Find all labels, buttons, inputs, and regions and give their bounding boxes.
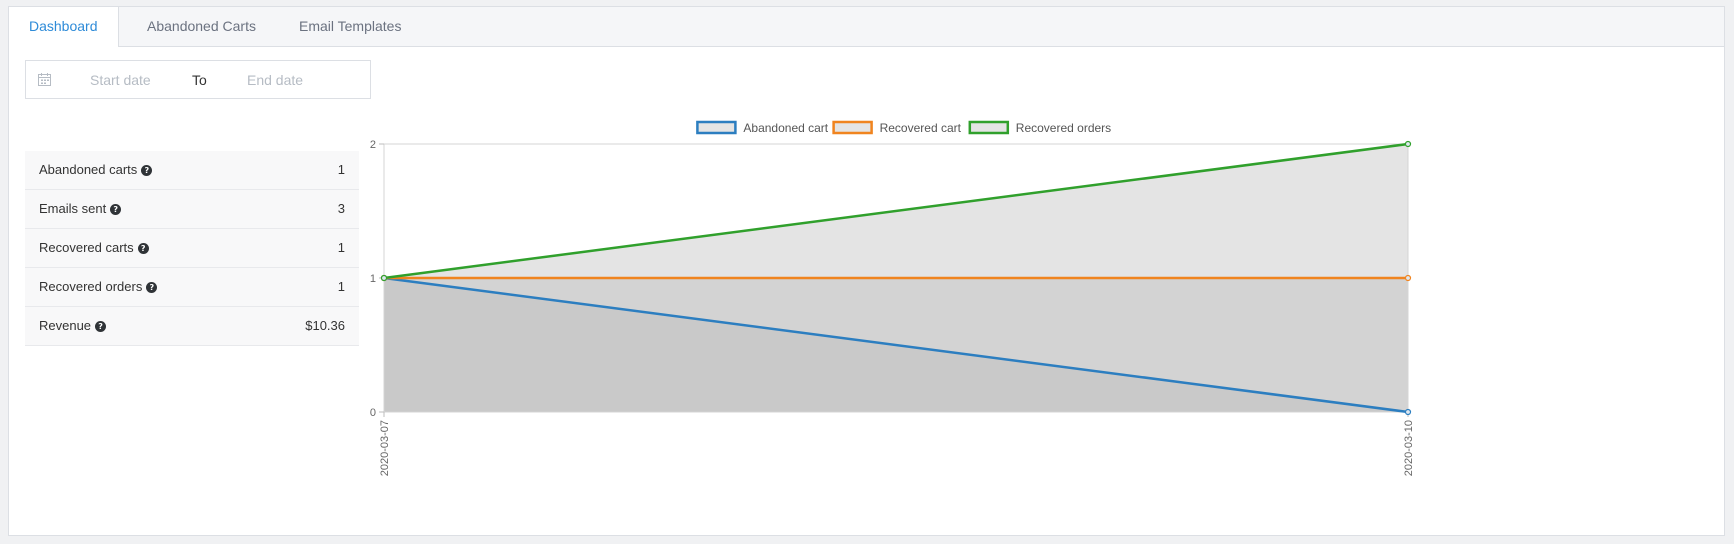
stat-row-abandoned-carts: Abandoned carts? 1 (25, 151, 359, 190)
tab-dashboard[interactable]: Dashboard (9, 7, 119, 47)
help-icon[interactable]: ? (95, 321, 107, 332)
stat-value: 1 (337, 279, 345, 294)
date-range-separator: To (192, 72, 207, 88)
stat-value: $10.36 (305, 318, 345, 333)
x-tick-label: 2020-03-10 (1403, 420, 1415, 476)
data-point (1404, 408, 1412, 416)
legend-label: Abandoned cart (743, 121, 828, 135)
tab-bar: Dashboard Abandoned Carts Email Template… (9, 7, 1724, 47)
start-date-input[interactable] (90, 71, 200, 89)
stat-row-recovered-carts: Recovered carts? 1 (25, 229, 359, 268)
stat-value: 3 (337, 201, 345, 216)
help-icon[interactable]: ? (137, 243, 149, 254)
end-date-input[interactable] (247, 71, 357, 89)
stats-table: Abandoned carts? 1 Emails sent? 3 Recove… (25, 151, 359, 346)
calendar-icon (38, 73, 51, 86)
tab-email-templates[interactable]: Email Templates (279, 7, 421, 46)
help-icon[interactable]: ? (141, 165, 153, 176)
help-icon[interactable]: ? (146, 282, 158, 293)
data-point (1404, 274, 1412, 282)
legend-swatch (832, 120, 873, 135)
stat-row-revenue: Revenue? $10.36 (25, 307, 359, 346)
help-icon[interactable]: ? (110, 204, 122, 215)
stat-value: 1 (337, 162, 345, 177)
stat-row-emails-sent: Emails sent? 3 (25, 190, 359, 229)
stat-label: Revenue (39, 318, 92, 333)
y-tick-label: 2 (370, 139, 376, 151)
cart-recovery-chart: 0 1 2 2020-03-07 2020-03-10 Abandoned cart Rec… (370, 120, 1415, 476)
legend-label: Recovered cart (880, 121, 962, 135)
stat-label: Abandoned carts (39, 162, 138, 177)
y-tick-label: 1 (370, 273, 376, 285)
data-point (1404, 140, 1412, 148)
legend-swatch (968, 120, 1010, 135)
tab-abandoned-carts[interactable]: Abandoned Carts (127, 7, 276, 46)
stat-row-recovered-orders: Recovered orders? 1 (25, 268, 359, 307)
legend-label: Recovered orders (1016, 121, 1111, 135)
data-point (380, 274, 388, 282)
stat-label: Emails sent (39, 201, 107, 216)
y-tick-label: 0 (370, 407, 376, 419)
dashboard-panel: Dashboard Abandoned Carts Email Template… (8, 6, 1725, 536)
x-tick-label: 2020-03-07 (379, 420, 391, 476)
stat-label: Recovered carts (39, 240, 134, 255)
stat-label: Recovered orders (39, 279, 143, 294)
legend-swatch (696, 120, 737, 135)
stat-value: 1 (337, 240, 345, 255)
date-range-picker[interactable]: To (25, 60, 371, 99)
